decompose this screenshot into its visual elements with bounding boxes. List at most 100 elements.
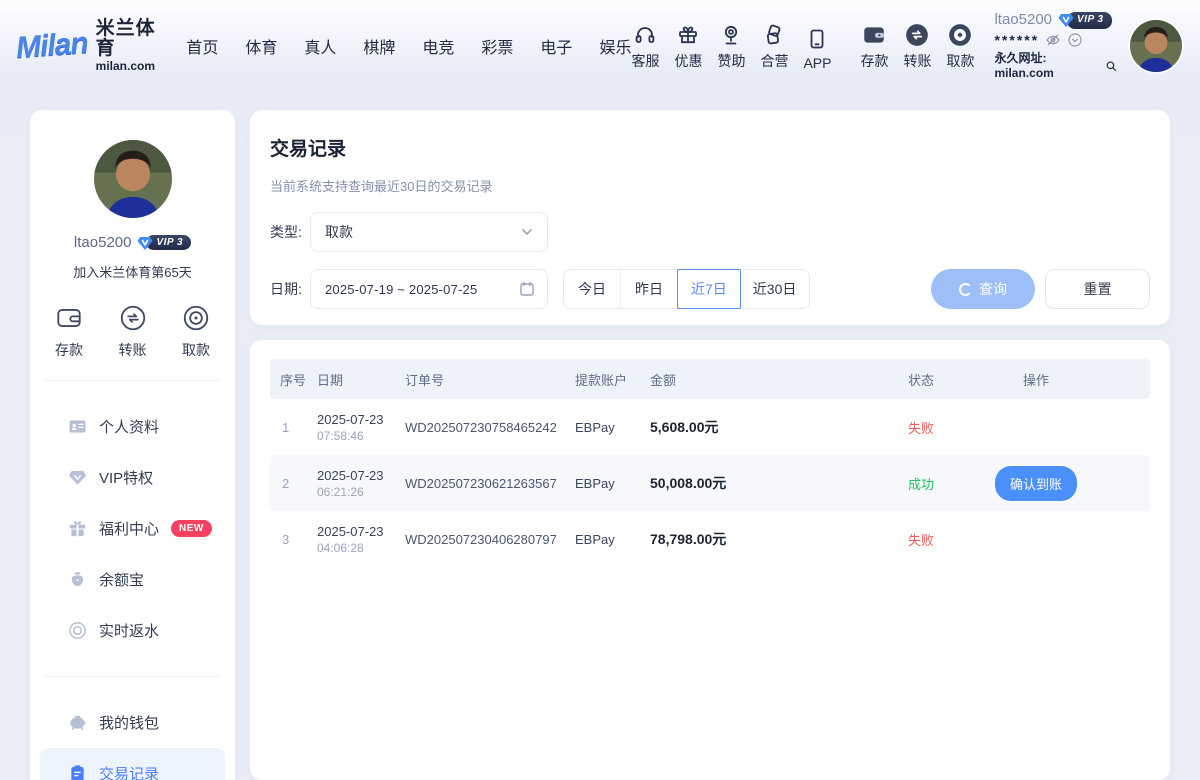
quick-action-label: 转账 bbox=[119, 340, 147, 360]
avatar[interactable] bbox=[1130, 20, 1182, 72]
cell-amount: 50,008.00元 bbox=[650, 473, 908, 493]
sidebar-item-profile[interactable]: 个人资料 bbox=[40, 401, 225, 452]
reset-button[interactable]: 重置 bbox=[1045, 269, 1150, 309]
range-today-button[interactable]: 今日 bbox=[564, 270, 621, 308]
cell-account: EBPay bbox=[575, 532, 650, 547]
vip-diamond-icon bbox=[137, 235, 153, 251]
gift-icon bbox=[675, 22, 701, 48]
profile-avatar[interactable] bbox=[94, 140, 172, 218]
sidebar-item-transactions[interactable]: 交易记录 bbox=[40, 748, 225, 780]
sidebar-item-welfare[interactable]: 福利中心 NEW bbox=[40, 503, 225, 554]
sidebar-item-rebate[interactable]: 实时返水 bbox=[40, 605, 225, 656]
brand-logo[interactable]: Milan 米兰体育 milan.com bbox=[16, 19, 160, 74]
table-row: 3 2025-07-23 04:06:28 WD2025072304062807… bbox=[270, 511, 1150, 567]
rebate-coin-icon bbox=[68, 621, 87, 640]
username[interactable]: ltao5200 bbox=[994, 11, 1052, 30]
cell-action: 确认到账 bbox=[1023, 466, 1150, 501]
profile-vip-badge: VIP 3 bbox=[137, 235, 191, 251]
nav-item-lottery[interactable]: 彩票 bbox=[481, 34, 513, 58]
vip-diamond-icon bbox=[1058, 12, 1074, 28]
wallet-icon bbox=[861, 22, 887, 48]
header-action-sponsor[interactable]: 赞助 bbox=[717, 22, 745, 71]
cell-index: 3 bbox=[270, 532, 317, 547]
cell-index: 2 bbox=[270, 476, 317, 491]
table-row: 2 2025-07-23 06:21:26 WD2025072306212635… bbox=[270, 455, 1150, 511]
page-title: 交易记录 bbox=[270, 134, 1150, 161]
cell-status: 失败 bbox=[908, 418, 1023, 437]
calendar-icon bbox=[519, 281, 535, 297]
header-action-transfer[interactable]: 转账 bbox=[903, 22, 931, 71]
header-action-label: 赞助 bbox=[717, 51, 745, 71]
nav-item-live[interactable]: 真人 bbox=[304, 34, 336, 58]
header-action-deposit[interactable]: 存款 bbox=[860, 22, 888, 71]
table-header-row: 序号 日期 订单号 提款账户 金额 状态 操作 bbox=[270, 359, 1150, 399]
loading-spinner-icon bbox=[959, 283, 972, 296]
table-row: 1 2025-07-23 07:58:46 WD2025072307584652… bbox=[270, 399, 1150, 455]
cell-amount: 78,798.00元 bbox=[650, 529, 908, 549]
page-content: ltao5200 VIP 3 加入米兰体育第65天 存款 转账 取款 bbox=[0, 92, 1200, 780]
cell-datetime: 2025-07-23 07:58:46 bbox=[317, 412, 405, 443]
sidebar-item-label: VIP特权 bbox=[99, 467, 153, 488]
date-range-input[interactable]: 2025-07-19 ~ 2025-07-25 bbox=[310, 269, 548, 309]
date-label: 日期: bbox=[270, 279, 310, 299]
nav-item-entertainment[interactable]: 娱乐 bbox=[599, 34, 631, 58]
quick-action-withdraw[interactable]: 取款 bbox=[181, 303, 211, 360]
eye-off-icon[interactable] bbox=[1045, 32, 1061, 48]
header-action-promo[interactable]: 优惠 bbox=[674, 22, 702, 71]
sidebar-item-vip[interactable]: VIP特权 bbox=[40, 452, 225, 503]
gift-box-icon bbox=[68, 519, 87, 538]
col-header-order: 订单号 bbox=[405, 370, 575, 389]
header-action-withdraw[interactable]: 取款 bbox=[946, 22, 974, 71]
cell-datetime: 2025-07-23 06:21:26 bbox=[317, 468, 405, 499]
col-header-account: 提款账户 bbox=[575, 370, 650, 389]
headset-icon bbox=[632, 22, 658, 48]
confirm-receipt-button[interactable]: 确认到账 bbox=[995, 466, 1077, 501]
header-action-app[interactable]: APP bbox=[803, 26, 831, 71]
header-action-label: 取款 bbox=[946, 51, 974, 71]
sidebar-item-yuebao[interactable]: 余额宝 bbox=[40, 554, 225, 605]
col-header-amount: 金额 bbox=[650, 370, 908, 389]
quick-action-deposit[interactable]: 存款 bbox=[54, 303, 84, 360]
nav-item-sports[interactable]: 体育 bbox=[245, 34, 277, 58]
sidebar-item-label: 交易记录 bbox=[99, 763, 159, 780]
range-30days-button[interactable]: 近30日 bbox=[740, 270, 810, 308]
quick-action-transfer[interactable]: 转账 bbox=[118, 303, 148, 360]
wallet-outline-icon bbox=[54, 303, 84, 333]
cell-date: 2025-07-23 bbox=[317, 412, 405, 427]
cell-time: 06:21:26 bbox=[317, 485, 405, 499]
header-action-label: 客服 bbox=[631, 51, 659, 71]
type-select[interactable]: 取款 bbox=[310, 212, 548, 252]
cell-order-number: WD202507230758465242 bbox=[405, 420, 575, 435]
trophy-icon bbox=[718, 22, 744, 48]
chevron-circle-icon[interactable] bbox=[1067, 32, 1083, 48]
col-header-date: 日期 bbox=[317, 370, 405, 389]
cell-amount: 5,608.00元 bbox=[650, 417, 908, 437]
date-range-value: 2025-07-19 ~ 2025-07-25 bbox=[325, 282, 519, 297]
nav-item-cards[interactable]: 棋牌 bbox=[363, 34, 395, 58]
range-yesterday-button[interactable]: 昨日 bbox=[621, 270, 678, 308]
query-button[interactable]: 查询 bbox=[931, 269, 1035, 309]
header-action-partner[interactable]: 合营 bbox=[760, 22, 788, 71]
col-header-action: 操作 bbox=[1023, 370, 1150, 389]
withdraw-outline-icon bbox=[181, 303, 211, 333]
nav-item-home[interactable]: 首页 bbox=[186, 34, 218, 58]
sidebar-item-label: 实时返水 bbox=[99, 620, 159, 641]
top-header: Milan 米兰体育 milan.com 首页 体育 真人 棋牌 电竞 彩票 电… bbox=[0, 0, 1200, 92]
sidebar-menu: 个人资料 VIP特权 福利中心 NEW 余额宝 实时返水 bbox=[30, 401, 235, 656]
nav-item-esports[interactable]: 电竞 bbox=[422, 34, 454, 58]
id-card-icon bbox=[68, 417, 87, 436]
magnifier-icon[interactable] bbox=[1104, 58, 1118, 74]
header-action-service[interactable]: 客服 bbox=[631, 22, 659, 71]
date-filter-row: 日期: 2025-07-19 ~ 2025-07-25 今日 昨日 近7日 近3… bbox=[270, 269, 1150, 309]
sidebar-item-wallet[interactable]: 我的钱包 bbox=[40, 697, 225, 748]
nav-item-slots[interactable]: 电子 bbox=[540, 34, 572, 58]
partner-icon bbox=[761, 22, 787, 48]
money-pot-icon bbox=[68, 570, 87, 589]
vip-gem-icon bbox=[68, 468, 87, 487]
brand-logo-cn: 米兰体育 bbox=[96, 19, 161, 61]
withdraw-icon bbox=[947, 22, 973, 48]
vip-badge: VIP 3 bbox=[1058, 12, 1112, 29]
cell-date: 2025-07-23 bbox=[317, 468, 405, 483]
cell-status: 失败 bbox=[908, 530, 1023, 549]
range-7days-button[interactable]: 近7日 bbox=[677, 269, 741, 309]
